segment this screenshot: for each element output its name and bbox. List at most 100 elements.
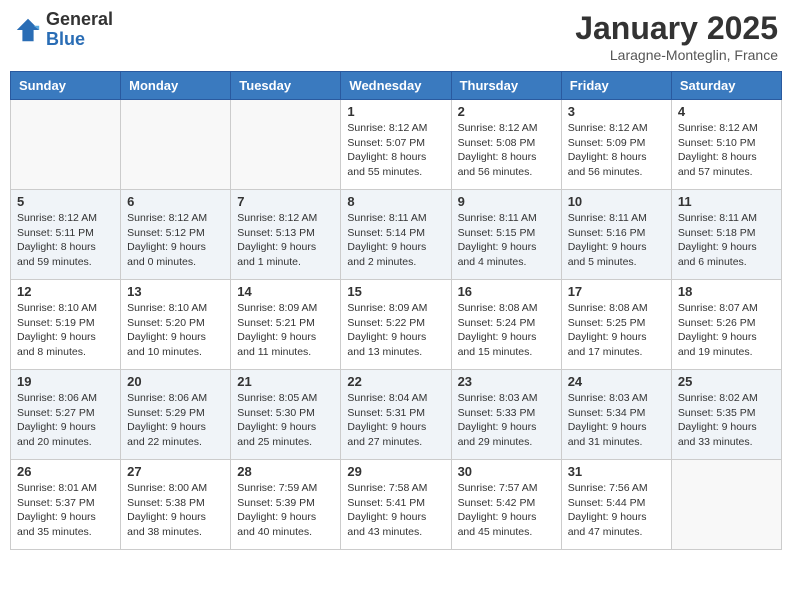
day-number: 21 — [237, 374, 334, 389]
day-number: 13 — [127, 284, 224, 299]
calendar-cell: 6Sunrise: 8:12 AM Sunset: 5:12 PM Daylig… — [121, 190, 231, 280]
day-number: 3 — [568, 104, 665, 119]
weekday-header-wednesday: Wednesday — [341, 72, 451, 100]
calendar-cell: 16 Sunrise: 8:08 AM Sunset: 5:24 PM Dayli… — [451, 280, 561, 370]
day-number: 23 — [458, 374, 555, 389]
calendar-cell: 29Sunrise: 7:58 AM Sunset: 5:41 PM Dayli… — [341, 460, 451, 550]
logo-blue-text: Blue — [46, 29, 85, 49]
calendar-cell: 14Sunrise: 8:09 AM Sunset: 5:21 PM Dayli… — [231, 280, 341, 370]
day-info: Sunrise: 7:57 AM Sunset: 5:42 PM Dayligh… — [458, 481, 555, 540]
day-info: Sunrise: 8:11 AM Sunset: 5:18 PM Dayligh… — [678, 211, 775, 270]
logo-general-text: General — [46, 9, 113, 29]
calendar-table: SundayMondayTuesdayWednesdayThursdayFrid… — [10, 71, 782, 550]
day-info: Sunrise: 8:12 AM Sunset: 5:09 PM Dayligh… — [568, 121, 665, 180]
location-subtitle: Laragne-Monteglin, France — [575, 47, 778, 63]
calendar-cell: 12Sunrise: 8:10 AM Sunset: 5:19 PM Dayli… — [11, 280, 121, 370]
day-number: 6 — [127, 194, 224, 209]
day-info: Sunrise: 8:11 AM Sunset: 5:14 PM Dayligh… — [347, 211, 444, 270]
day-number: 15 — [347, 284, 444, 299]
day-info: Sunrise: 8:09 AM Sunset: 5:22 PM Dayligh… — [347, 301, 444, 360]
logo-icon — [14, 16, 42, 44]
weekday-header-saturday: Saturday — [671, 72, 781, 100]
calendar-cell: 26 Sunrise: 8:01 AM Sunset: 5:37 PM Dayli… — [11, 460, 121, 550]
calendar-cell: 13 Sunrise: 8:10 AM Sunset: 5:20 PM Dayli… — [121, 280, 231, 370]
calendar-cell: 7Sunrise: 8:12 AM Sunset: 5:13 PM Daylig… — [231, 190, 341, 280]
calendar-week-row: 26 Sunrise: 8:01 AM Sunset: 5:37 PM Dayli… — [11, 460, 782, 550]
weekday-header-sunday: Sunday — [11, 72, 121, 100]
weekday-header-friday: Friday — [561, 72, 671, 100]
calendar-week-row: 1 Sunrise: 8:12 AM Sunset: 5:07 PM Daylig… — [11, 100, 782, 190]
day-info: Sunrise: 8:07 AM Sunset: 5:26 PM Dayligh… — [678, 301, 775, 360]
calendar-week-row: 5Sunrise: 8:12 AM Sunset: 5:11 PM Daylig… — [11, 190, 782, 280]
page-header: General Blue January 2025 Laragne-Monteg… — [10, 10, 782, 63]
day-number: 10 — [568, 194, 665, 209]
calendar-cell: 1 Sunrise: 8:12 AM Sunset: 5:07 PM Daylig… — [341, 100, 451, 190]
day-info: Sunrise: 8:10 AM Sunset: 5:20 PM Dayligh… — [127, 301, 224, 360]
day-info: Sunrise: 8:12 AM Sunset: 5:08 PM Dayligh… — [458, 121, 555, 180]
calendar-cell — [671, 460, 781, 550]
day-info: Sunrise: 8:06 AM Sunset: 5:27 PM Dayligh… — [17, 391, 114, 450]
weekday-header-row: SundayMondayTuesdayWednesdayThursdayFrid… — [11, 72, 782, 100]
day-info: Sunrise: 8:11 AM Sunset: 5:15 PM Dayligh… — [458, 211, 555, 270]
calendar-cell — [231, 100, 341, 190]
day-info: Sunrise: 8:03 AM Sunset: 5:34 PM Dayligh… — [568, 391, 665, 450]
calendar-cell: 2 Sunrise: 8:12 AM Sunset: 5:08 PM Daylig… — [451, 100, 561, 190]
calendar-cell: 23 Sunrise: 8:03 AM Sunset: 5:33 PM Dayli… — [451, 370, 561, 460]
calendar-cell: 22 Sunrise: 8:04 AM Sunset: 5:31 PM Dayli… — [341, 370, 451, 460]
weekday-header-thursday: Thursday — [451, 72, 561, 100]
day-info: Sunrise: 8:08 AM Sunset: 5:24 PM Dayligh… — [458, 301, 555, 360]
calendar-cell — [121, 100, 231, 190]
day-number: 31 — [568, 464, 665, 479]
day-info: Sunrise: 8:04 AM Sunset: 5:31 PM Dayligh… — [347, 391, 444, 450]
calendar-cell: 20Sunrise: 8:06 AM Sunset: 5:29 PM Dayli… — [121, 370, 231, 460]
month-title: January 2025 — [575, 10, 778, 47]
day-info: Sunrise: 8:06 AM Sunset: 5:29 PM Dayligh… — [127, 391, 224, 450]
day-number: 27 — [127, 464, 224, 479]
day-info: Sunrise: 8:00 AM Sunset: 5:38 PM Dayligh… — [127, 481, 224, 540]
title-area: January 2025 Laragne-Monteglin, France — [575, 10, 778, 63]
calendar-cell: 25Sunrise: 8:02 AM Sunset: 5:35 PM Dayli… — [671, 370, 781, 460]
calendar-cell: 17 Sunrise: 8:08 AM Sunset: 5:25 PM Dayli… — [561, 280, 671, 370]
day-info: Sunrise: 8:12 AM Sunset: 5:07 PM Dayligh… — [347, 121, 444, 180]
day-info: Sunrise: 8:12 AM Sunset: 5:10 PM Dayligh… — [678, 121, 775, 180]
calendar-cell: 24 Sunrise: 8:03 AM Sunset: 5:34 PM Dayli… — [561, 370, 671, 460]
day-number: 22 — [347, 374, 444, 389]
day-number: 9 — [458, 194, 555, 209]
day-number: 16 — [458, 284, 555, 299]
day-info: Sunrise: 8:01 AM Sunset: 5:37 PM Dayligh… — [17, 481, 114, 540]
day-number: 29 — [347, 464, 444, 479]
day-number: 1 — [347, 104, 444, 119]
day-info: Sunrise: 8:03 AM Sunset: 5:33 PM Dayligh… — [458, 391, 555, 450]
calendar-cell: 31 Sunrise: 7:56 AM Sunset: 5:44 PM Dayli… — [561, 460, 671, 550]
calendar-cell: 19 Sunrise: 8:06 AM Sunset: 5:27 PM Dayli… — [11, 370, 121, 460]
calendar-cell: 27 Sunrise: 8:00 AM Sunset: 5:38 PM Dayli… — [121, 460, 231, 550]
weekday-header-monday: Monday — [121, 72, 231, 100]
calendar-cell: 4Sunrise: 8:12 AM Sunset: 5:10 PM Daylig… — [671, 100, 781, 190]
day-number: 19 — [17, 374, 114, 389]
calendar-cell: 3 Sunrise: 8:12 AM Sunset: 5:09 PM Daylig… — [561, 100, 671, 190]
day-number: 2 — [458, 104, 555, 119]
calendar-week-row: 19 Sunrise: 8:06 AM Sunset: 5:27 PM Dayli… — [11, 370, 782, 460]
day-info: Sunrise: 8:12 AM Sunset: 5:11 PM Dayligh… — [17, 211, 114, 270]
day-info: Sunrise: 7:56 AM Sunset: 5:44 PM Dayligh… — [568, 481, 665, 540]
day-number: 11 — [678, 194, 775, 209]
calendar-cell: 21Sunrise: 8:05 AM Sunset: 5:30 PM Dayli… — [231, 370, 341, 460]
day-info: Sunrise: 8:11 AM Sunset: 5:16 PM Dayligh… — [568, 211, 665, 270]
day-info: Sunrise: 8:10 AM Sunset: 5:19 PM Dayligh… — [17, 301, 114, 360]
weekday-header-tuesday: Tuesday — [231, 72, 341, 100]
day-info: Sunrise: 8:08 AM Sunset: 5:25 PM Dayligh… — [568, 301, 665, 360]
day-number: 28 — [237, 464, 334, 479]
day-number: 14 — [237, 284, 334, 299]
day-number: 25 — [678, 374, 775, 389]
calendar-cell: 11 Sunrise: 8:11 AM Sunset: 5:18 PM Dayli… — [671, 190, 781, 280]
calendar-cell — [11, 100, 121, 190]
day-number: 26 — [17, 464, 114, 479]
calendar-week-row: 12Sunrise: 8:10 AM Sunset: 5:19 PM Dayli… — [11, 280, 782, 370]
calendar-cell: 28Sunrise: 7:59 AM Sunset: 5:39 PM Dayli… — [231, 460, 341, 550]
logo: General Blue — [14, 10, 113, 50]
day-number: 8 — [347, 194, 444, 209]
day-number: 24 — [568, 374, 665, 389]
day-number: 17 — [568, 284, 665, 299]
day-number: 18 — [678, 284, 775, 299]
day-number: 30 — [458, 464, 555, 479]
